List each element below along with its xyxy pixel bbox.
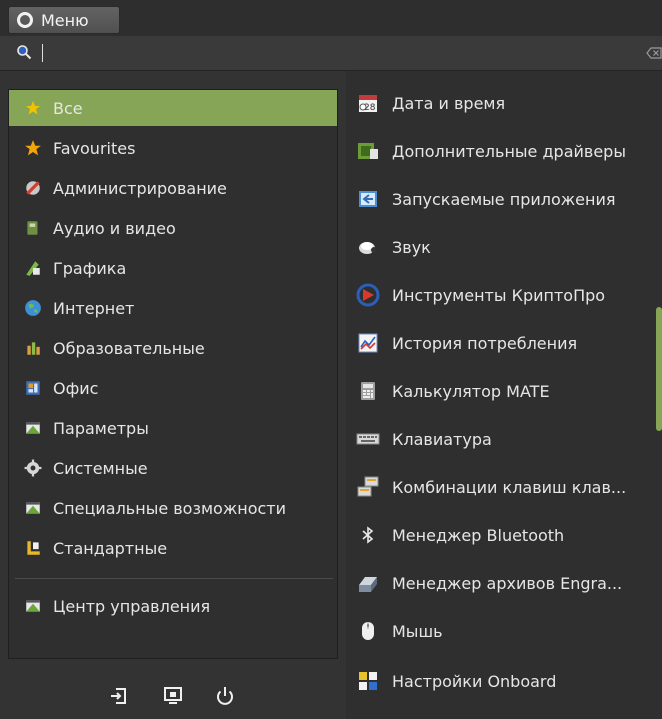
- app-date-time[interactable]: 28 Дата и время: [346, 81, 662, 125]
- app-label: Дополнительные драйверы: [392, 141, 626, 161]
- audio-video-icon: [23, 218, 43, 238]
- app-label: Клавиатура: [392, 429, 492, 449]
- app-keyboard[interactable]: Клавиатура: [346, 417, 662, 461]
- category-graphics[interactable]: Графика: [9, 250, 337, 286]
- app-label: Инструменты КриптоПро: [392, 285, 606, 305]
- app-label: Дата и время: [392, 93, 506, 113]
- top-panel: Меню: [0, 0, 662, 36]
- app-mate-calculator[interactable]: Калькулятор MATE: [346, 369, 662, 413]
- category-label: Стандартные: [53, 538, 168, 558]
- archive-manager-icon: [356, 571, 380, 595]
- lock-screen-icon[interactable]: [162, 685, 184, 707]
- graphics-icon: [23, 258, 43, 278]
- category-system[interactable]: Системные: [9, 450, 337, 486]
- category-favourites[interactable]: Favourites: [9, 130, 337, 166]
- category-education[interactable]: Образовательные: [9, 330, 337, 366]
- keyboard-shortcuts-icon: [356, 475, 380, 499]
- app-sound[interactable]: Звук: [346, 225, 662, 269]
- accessories-icon: [23, 538, 43, 558]
- app-cryptopro-tools[interactable]: Инструменты КриптоПро: [346, 273, 662, 317]
- app-label: Запускаемые приложения: [392, 189, 616, 209]
- app-additional-drivers[interactable]: Дополнительные драйверы: [346, 129, 662, 173]
- calculator-icon: [356, 379, 380, 403]
- scrollbar-thumb[interactable]: [656, 307, 662, 431]
- category-label: Параметры: [53, 418, 149, 438]
- menu-button-label: Меню: [41, 10, 89, 30]
- category-accessibility[interactable]: Специальные возможности: [9, 490, 337, 526]
- clear-search-icon[interactable]: [646, 45, 662, 61]
- app-label: Комбинации клавиш клав...: [392, 477, 627, 497]
- bluetooth-icon: [356, 523, 380, 547]
- settings-icon: [23, 418, 43, 438]
- category-all[interactable]: Все: [9, 90, 337, 126]
- menu-content: Все Favourites Администрирование Аудио и…: [0, 71, 662, 719]
- category-label: Все: [53, 98, 83, 118]
- app-bluetooth-manager[interactable]: Менеджер Bluetooth: [346, 513, 662, 557]
- menu-button[interactable]: Меню: [8, 6, 120, 34]
- category-control-center[interactable]: Центр управления: [9, 588, 337, 624]
- system-gear-icon: [23, 458, 43, 478]
- app-onboard-settings[interactable]: Настройки Onboard: [346, 659, 662, 703]
- category-internet[interactable]: Интернет: [9, 290, 337, 326]
- office-icon: [23, 378, 43, 398]
- education-icon: [23, 338, 43, 358]
- mouse-icon: [356, 619, 380, 643]
- search-input[interactable]: [42, 44, 43, 62]
- category-accessories[interactable]: Стандартные: [9, 530, 337, 566]
- category-label: Аудио и видео: [53, 218, 176, 238]
- app-mouse[interactable]: Мышь: [346, 609, 662, 653]
- speaker-icon: [356, 235, 380, 259]
- search-bar[interactable]: [0, 36, 662, 71]
- category-administration[interactable]: Администрирование: [9, 170, 337, 206]
- category-label: Офис: [53, 378, 99, 398]
- app-label: Мышь: [392, 621, 443, 641]
- app-startup-applications[interactable]: Запускаемые приложения: [346, 177, 662, 221]
- session-buttons: [0, 671, 346, 719]
- onboard-icon: [356, 669, 380, 693]
- drivers-icon: [356, 139, 380, 163]
- app-label: Звук: [392, 237, 431, 257]
- app-keyboard-shortcuts[interactable]: Комбинации клавиш клав...: [346, 465, 662, 509]
- category-label: Графика: [53, 258, 127, 278]
- star-icon: [23, 138, 43, 158]
- power-icon[interactable]: [214, 685, 236, 707]
- accessibility-icon: [23, 498, 43, 518]
- category-label: Специальные возможности: [53, 498, 287, 518]
- category-audio-video[interactable]: Аудио и видео: [9, 210, 337, 246]
- star-icon: [23, 98, 43, 118]
- category-list: Все Favourites Администрирование Аудио и…: [8, 89, 338, 659]
- category-label: Favourites: [53, 138, 136, 158]
- category-label: Администрирование: [53, 178, 227, 198]
- app-label: Настройки Onboard: [392, 671, 557, 691]
- category-label: Интернет: [53, 298, 135, 318]
- category-label: Образовательные: [53, 338, 205, 358]
- keyboard-icon: [356, 427, 380, 451]
- search-icon: [17, 45, 32, 60]
- admin-icon: [23, 178, 43, 198]
- category-separator: [15, 578, 333, 579]
- category-office[interactable]: Офис: [9, 370, 337, 406]
- category-label: Системные: [53, 458, 148, 478]
- app-label: Калькулятор MATE: [392, 381, 550, 401]
- app-label: Менеджер Bluetooth: [392, 525, 565, 545]
- globe-icon: [23, 298, 43, 318]
- app-label: История потребления: [392, 333, 578, 353]
- category-label: Центр управления: [53, 596, 211, 616]
- logout-icon[interactable]: [108, 685, 130, 707]
- usage-history-icon: [356, 331, 380, 355]
- category-settings[interactable]: Параметры: [9, 410, 337, 446]
- cryptopro-icon: [356, 283, 380, 307]
- startup-apps-icon: [356, 187, 380, 211]
- app-engrampa-archive-manager[interactable]: Менеджер архивов Engra...: [346, 561, 662, 605]
- control-center-icon: [23, 596, 43, 616]
- ubuntu-mate-logo-icon: [17, 12, 33, 28]
- app-usage-history[interactable]: История потребления: [346, 321, 662, 365]
- calendar-icon: 28: [356, 91, 380, 115]
- app-label: Менеджер архивов Engra...: [392, 573, 623, 593]
- application-list: 28 Дата и время Дополнительные драйверы …: [346, 71, 662, 719]
